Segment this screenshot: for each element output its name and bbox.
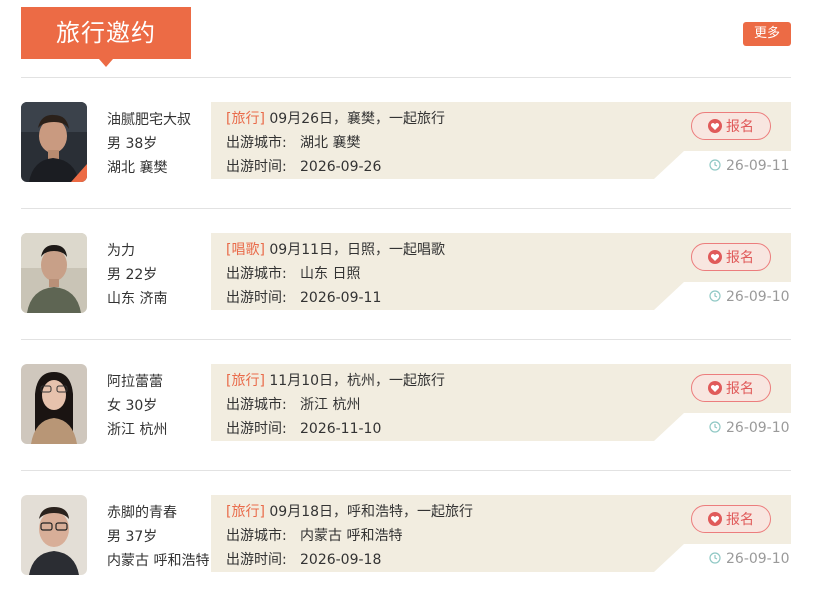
invite-text: 09月26日，襄樊，一起旅行: [269, 111, 446, 127]
woman-portrait-icon: [21, 364, 87, 444]
invite-title[interactable]: [唱歌] 09月11日，日照，一起唱歌: [226, 238, 445, 262]
invite-panel: [旅行] 09月26日，襄樊，一起旅行 出游城市: 湖北 襄樊 出游时间: 2026…: [211, 102, 791, 179]
invite-panel: [旅行] 11月10日，杭州，一起旅行 出游城市: 浙江 杭州 出游时间: 2026…: [211, 364, 791, 441]
posted-date: 26-09-11: [709, 158, 790, 174]
user-info: 为力 男 22岁 山东 济南: [107, 239, 167, 311]
user-name[interactable]: 油腻肥宅大叔: [107, 108, 191, 132]
invite-tag: [旅行]: [226, 504, 265, 520]
user-gender-age: 男 37岁: [107, 529, 158, 545]
invite-text: 11月10日，杭州，一起旅行: [269, 373, 446, 389]
heart-icon: [708, 118, 722, 133]
time-value: 2026-09-11: [300, 290, 382, 306]
invite-text: 09月11日，日照，一起唱歌: [269, 242, 446, 258]
avatar[interactable]: [21, 364, 87, 444]
invite-tag: [旅行]: [226, 373, 265, 389]
user-info: 油腻肥宅大叔 男 38岁 湖北 襄樊: [107, 108, 191, 180]
time-value: 2026-09-26: [300, 159, 382, 175]
time-label: 出游时间:: [226, 552, 287, 568]
user-name[interactable]: 阿拉蕾蕾: [107, 370, 167, 394]
heart-icon: [708, 511, 722, 526]
man-glasses-portrait-icon: [21, 495, 87, 575]
user-location: 内蒙古 呼和浩特: [107, 553, 210, 569]
section-header: 旅行邀约 更多: [21, 7, 791, 78]
invite-tag: [唱歌]: [226, 242, 265, 258]
avatar[interactable]: [21, 233, 87, 313]
clock-icon: [709, 552, 721, 564]
heart-icon: [708, 380, 722, 395]
invite-tag: [旅行]: [226, 111, 265, 127]
time-value: 2026-09-18: [300, 552, 382, 568]
invite-title[interactable]: [旅行] 11月10日，杭州，一起旅行: [226, 369, 445, 393]
signup-button[interactable]: 报名: [691, 243, 771, 271]
invite-title[interactable]: [旅行] 09月26日，襄樊，一起旅行: [226, 107, 445, 131]
posted-date: 26-09-10: [709, 551, 790, 567]
time-label: 出游时间:: [226, 290, 287, 306]
time-label: 出游时间:: [226, 421, 287, 437]
list-item: 为力 男 22岁 山东 济南 [唱歌] 09月11日，日照，一起唱歌 出游城市:…: [21, 208, 791, 340]
avatar[interactable]: [21, 102, 87, 182]
city-label: 出游城市:: [226, 266, 287, 282]
user-info: 赤脚的青春 男 37岁 内蒙古 呼和浩特: [107, 501, 209, 573]
posted-date: 26-09-10: [709, 420, 790, 436]
invite-title[interactable]: [旅行] 09月18日，呼和浩特，一起旅行: [226, 500, 473, 524]
section-title: 旅行邀约: [21, 7, 191, 67]
city-value: 内蒙古 呼和浩特: [300, 528, 403, 544]
list-item: 赤脚的青春 男 37岁 内蒙古 呼和浩特 [旅行] 09月18日，呼和浩特，一起…: [21, 470, 791, 601]
user-location: 山东 济南: [107, 291, 168, 307]
invite-text: 09月18日，呼和浩特，一起旅行: [269, 504, 474, 520]
city-value: 山东 日照: [300, 266, 361, 282]
time-value: 2026-11-10: [300, 421, 382, 437]
avatar[interactable]: [21, 495, 87, 575]
signup-button[interactable]: 报名: [691, 374, 771, 402]
heart-icon: [708, 249, 722, 264]
city-label: 出游城市:: [226, 397, 287, 413]
user-name[interactable]: 赤脚的青春: [107, 501, 209, 525]
city-value: 湖北 襄樊: [300, 135, 361, 151]
signup-button[interactable]: 报名: [691, 112, 771, 140]
young-man-portrait-icon: [21, 233, 87, 313]
user-gender-age: 男 38岁: [107, 136, 158, 152]
more-button[interactable]: 更多: [743, 22, 791, 46]
user-gender-age: 男 22岁: [107, 267, 158, 283]
posted-date: 26-09-10: [709, 289, 790, 305]
man-portrait-dark-icon: [21, 102, 87, 182]
time-label: 出游时间:: [226, 159, 287, 175]
list-item: 阿拉蕾蕾 女 30岁 浙江 杭州 [旅行] 11月10日，杭州，一起旅行 出游城…: [21, 339, 791, 471]
clock-icon: [709, 421, 721, 433]
invite-panel: [唱歌] 09月11日，日照，一起唱歌 出游城市: 山东 日照 出游时间: 2026…: [211, 233, 791, 310]
clock-icon: [709, 159, 721, 171]
invite-panel: [旅行] 09月18日，呼和浩特，一起旅行 出游城市: 内蒙古 呼和浩特 出游时间…: [211, 495, 791, 572]
signup-button[interactable]: 报名: [691, 505, 771, 533]
city-value: 浙江 杭州: [300, 397, 361, 413]
city-label: 出游城市:: [226, 528, 287, 544]
user-location: 浙江 杭州: [107, 422, 168, 438]
list-item: 油腻肥宅大叔 男 38岁 湖北 襄樊 [旅行] 09月26日，襄樊，一起旅行 出…: [21, 77, 791, 209]
user-name[interactable]: 为力: [107, 239, 167, 263]
user-gender-age: 女 30岁: [107, 398, 158, 414]
city-label: 出游城市:: [226, 135, 287, 151]
clock-icon: [709, 290, 721, 302]
user-location: 湖北 襄樊: [107, 160, 168, 176]
user-info: 阿拉蕾蕾 女 30岁 浙江 杭州: [107, 370, 167, 442]
